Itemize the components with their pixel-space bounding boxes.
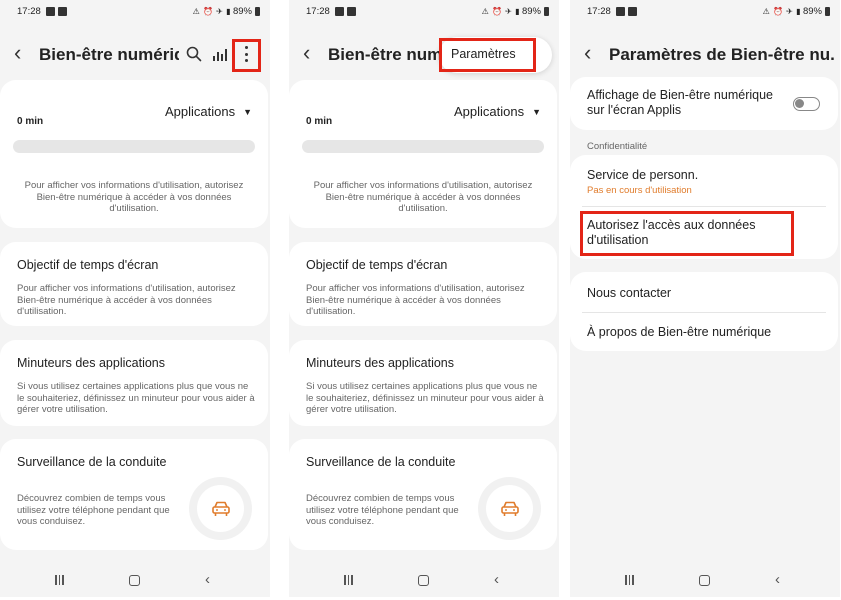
nav-back-icon[interactable]: ‹ [775,571,780,588]
app-timers-card[interactable]: Minuteurs des applications Si vous utili… [289,340,557,426]
battery-level: 89% [802,6,822,17]
goal-description: Pour afficher vos informations d'utilisa… [17,283,236,317]
personalization-service-item[interactable]: Service de personn. Pas en cours d'utili… [570,155,838,207]
nav-back-icon[interactable]: ‹ [494,571,499,588]
driving-monitor-card[interactable]: Surveillance de la conduite Découvrez co… [289,439,557,550]
status-bar: 17:28 ⚠ ⏰ ✈ ▮ 89% [570,6,840,20]
nav-back-icon[interactable]: ‹ [205,571,210,588]
stats-icon[interactable] [213,48,227,61]
driving-title: Surveillance de la conduite [306,455,456,469]
goal-title: Objectif de temps d'écran [306,258,448,272]
battery-level: 89% [232,6,252,17]
usage-permission-text: Pour afficher vos informations d'utilisa… [313,180,533,214]
battery-icon [544,7,549,16]
app-header: ‹ Bien-être numériq... [0,40,270,70]
show-on-apps-card[interactable]: Affichage de Bien-être numérique sur l'é… [570,77,838,130]
phone-screen-3: 17:28 ⚠ ⏰ ✈ ▮ 89% ‹ Paramètres de Bien-ê… [570,0,840,597]
back-arrow-icon[interactable]: ‹ [303,42,310,64]
dropdown-triangle-icon: ▼ [243,107,252,117]
phone-screen-1: 17:28 ⚠ ⏰ ✈ ▮ 89% ‹ Bien-être numériq...… [0,0,270,597]
battery-icon [825,7,830,16]
home-icon[interactable] [418,575,429,586]
page-title: Bien-être numériq... [39,45,179,64]
status-time: 17:28 [587,6,611,17]
notification-icons [335,7,356,16]
usage-minutes: 0 min [306,116,333,127]
highlight-allow-usage-access [580,211,794,256]
status-bar: 17:28 ⚠ ⏰ ✈ ▮ 89% [289,6,559,20]
status-right: ⚠ ⏰ ✈ ▮ 89% [763,6,830,17]
car-icon [211,501,230,516]
status-right: ⚠ ⏰ ✈ ▮ 89% [482,6,549,17]
usage-permission-text: Pour afficher vos informations d'utilisa… [24,180,244,214]
personalization-status: Pas en cours d'utilisation [587,185,692,196]
phone-screen-2: 17:28 ⚠ ⏰ ✈ ▮ 89% ‹ Bien-être numé Param… [289,0,559,597]
timers-description: Si vous utilisez certaines applications … [306,381,544,415]
timers-description: Si vous utilisez certaines applications … [17,381,255,415]
status-right: ⚠ ⏰ ✈ ▮ 89% [193,6,260,17]
dropdown-triangle-icon: ▼ [532,107,541,117]
status-glyphs: ⚠ ⏰ ✈ ▮ [762,7,801,16]
usage-bar [302,140,544,153]
battery-level: 89% [521,6,541,17]
contact-us-item[interactable]: Nous contacter [570,272,838,312]
personalization-label: Service de personn. [587,168,699,182]
search-icon[interactable] [185,45,203,63]
about-label: À propos de Bien-être numérique [587,325,772,339]
toggle-knob [795,99,804,108]
status-glyphs: ⚠ ⏰ ✈ ▮ [192,7,231,16]
screen-time-goal-card[interactable]: Objectif de temps d'écran Pour afficher … [0,242,268,326]
status-time: 17:28 [17,6,41,17]
nav-bar: ‹ [0,571,270,589]
show-on-apps-label: Affichage de Bien-être numérique sur l'é… [587,88,773,117]
show-on-apps-toggle[interactable] [793,97,820,111]
apps-dropdown[interactable]: Applications ▼ [165,104,252,119]
goal-title: Objectif de temps d'écran [17,258,159,272]
status-time: 17:28 [306,6,330,17]
apps-dropdown-label: Applications [453,104,525,119]
timers-title: Minuteurs des applications [17,356,165,370]
car-icon [500,501,519,516]
status-bar: 17:28 ⚠ ⏰ ✈ ▮ 89% [0,6,270,20]
highlight-settings [439,38,536,72]
usage-card: Applications ▼ 0 min Pour afficher vos in… [289,80,557,228]
usage-minutes: 0 min [17,116,44,127]
info-card: Nous contacter À propos de Bien-être num… [570,272,838,351]
apps-dropdown-label: Applications [164,104,236,119]
goal-description: Pour afficher vos informations d'utilisa… [306,283,525,317]
nav-bar: ‹ [570,571,840,589]
highlight-more-options [232,39,261,72]
battery-icon [255,7,260,16]
page-title: Paramètres de Bien-être nu... [609,45,834,64]
apps-dropdown[interactable]: Applications ▼ [454,104,541,119]
app-timers-card[interactable]: Minuteurs des applications Si vous utili… [0,340,268,426]
car-button[interactable] [189,477,252,540]
notification-icons [46,7,67,16]
back-arrow-icon[interactable]: ‹ [14,42,21,64]
recent-apps-icon[interactable] [344,575,353,585]
home-icon[interactable] [699,575,710,586]
recent-apps-icon[interactable] [625,575,634,585]
status-glyphs: ⚠ ⏰ ✈ ▮ [481,7,520,16]
privacy-section-label: Confidentialité [587,141,648,152]
usage-card: Applications ▼ 0 min Pour afficher vos in… [0,80,268,228]
timers-title: Minuteurs des applications [306,356,454,370]
home-icon[interactable] [129,575,140,586]
driving-description: Découvrez combien de temps vous utilisez… [306,493,459,527]
screen-time-goal-card[interactable]: Objectif de temps d'écran Pour afficher … [289,242,557,326]
about-item[interactable]: À propos de Bien-être numérique [570,312,838,351]
recent-apps-icon[interactable] [55,575,64,585]
app-header: ‹ Paramètres de Bien-être nu... [570,40,840,70]
notification-icons [616,7,637,16]
driving-monitor-card[interactable]: Surveillance de la conduite Découvrez co… [0,439,268,550]
back-arrow-icon[interactable]: ‹ [584,42,591,64]
car-button[interactable] [478,477,541,540]
contact-us-label: Nous contacter [587,286,672,300]
usage-bar [13,140,255,153]
driving-title: Surveillance de la conduite [17,455,167,469]
page-title: Bien-être numé [328,45,440,64]
driving-description: Découvrez combien de temps vous utilisez… [17,493,170,527]
nav-bar: ‹ [289,571,559,589]
